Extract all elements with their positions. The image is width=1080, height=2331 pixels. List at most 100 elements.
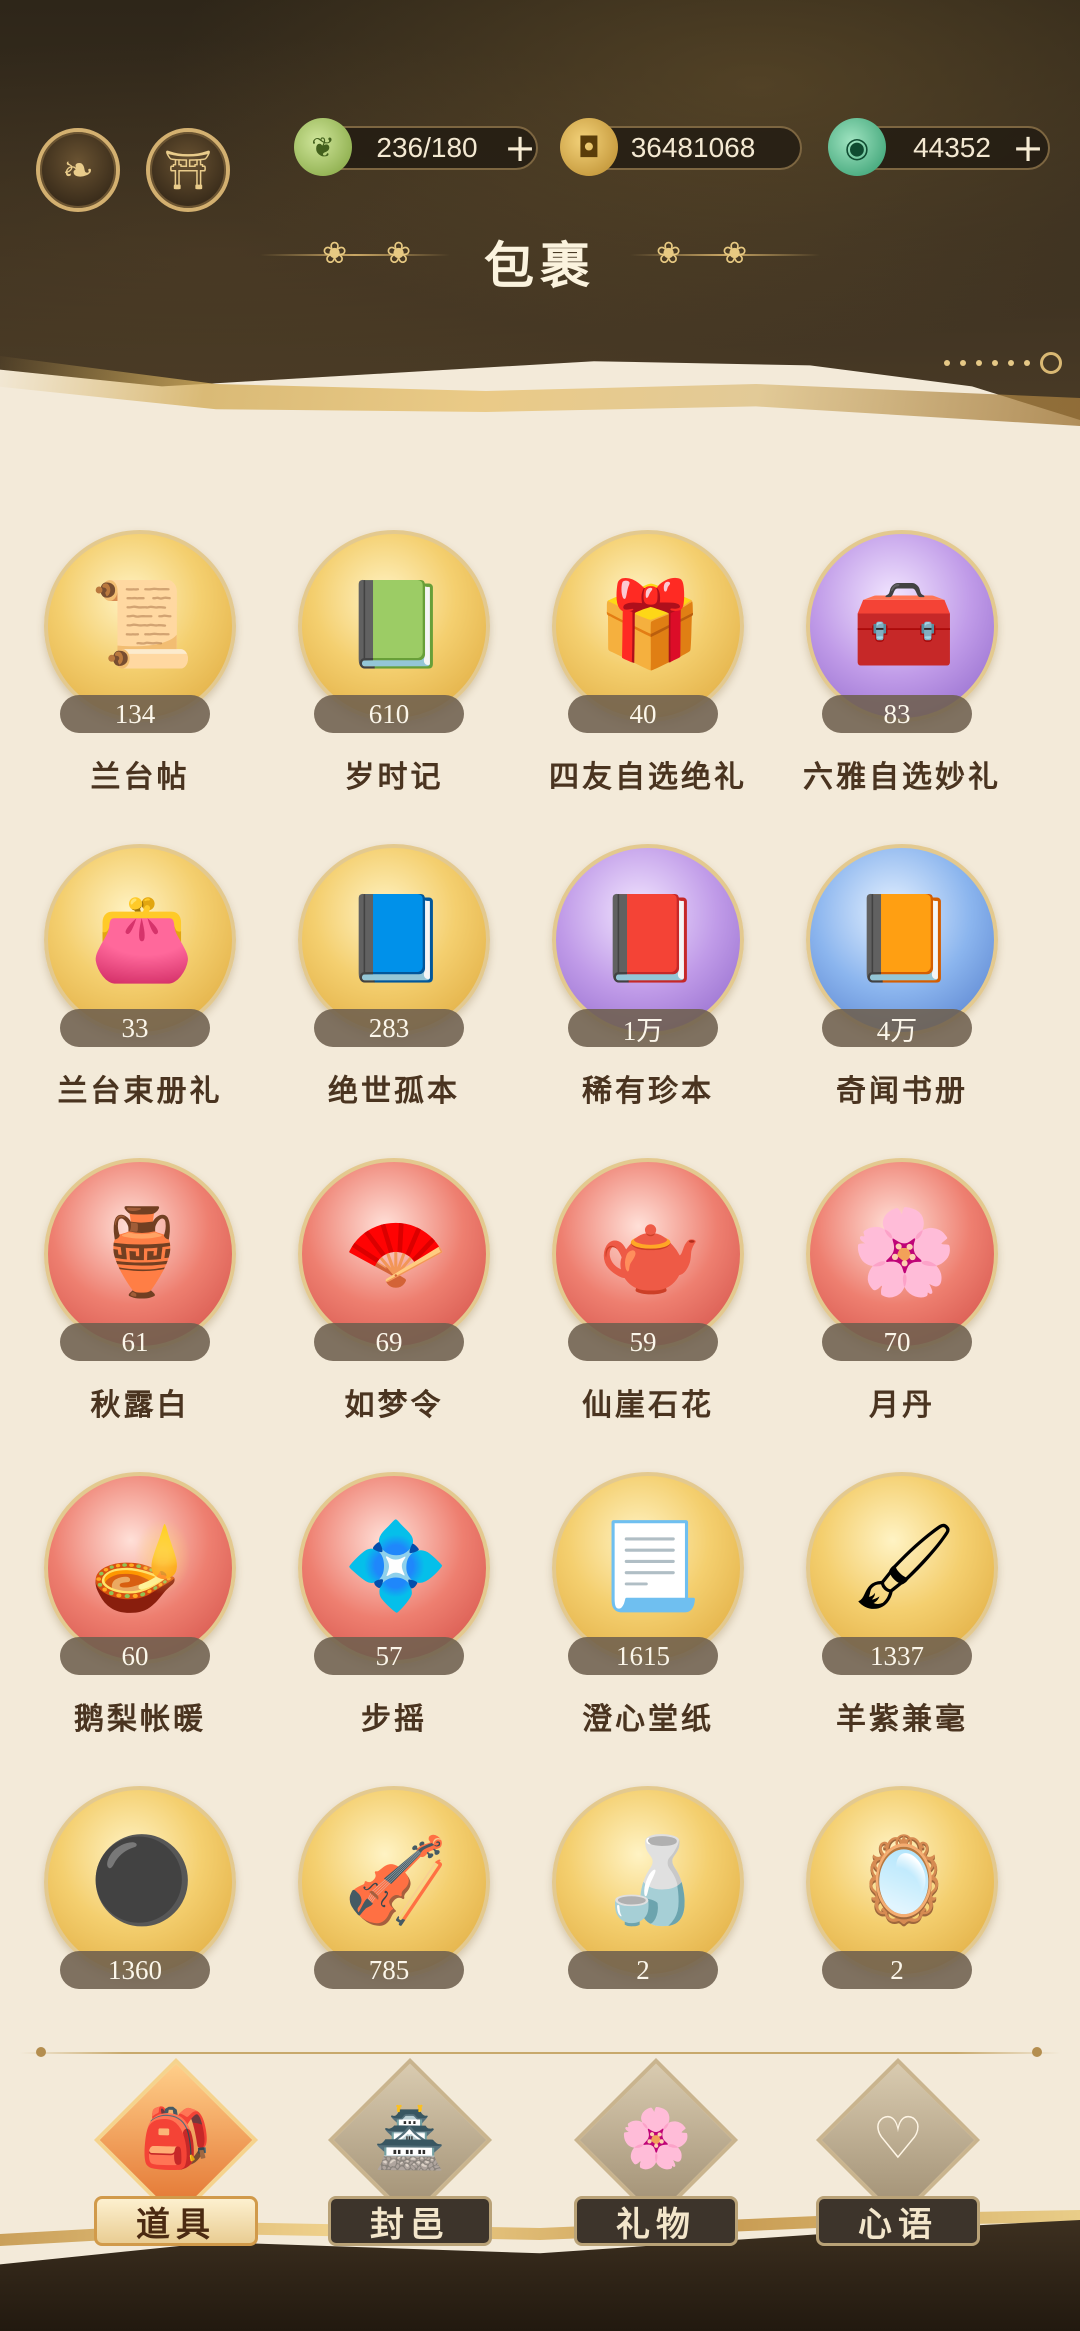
inventory-item[interactable]: 📕 1万 稀有珍本: [508, 844, 748, 1134]
inventory-item[interactable]: 🏺 61 秋露白: [0, 1158, 240, 1448]
inventory-item[interactable]: 🍶 2: [508, 1786, 748, 2076]
item-badge: 🌸: [806, 1158, 998, 1350]
pavilion-icon: ⛩: [163, 147, 213, 192]
inventory-item[interactable]: 🌸 70 月丹: [762, 1158, 1002, 1448]
item-art-icon: 💠: [343, 1517, 449, 1615]
item-badge: 🪭: [298, 1158, 490, 1350]
header-decoration-dots: [944, 352, 1062, 374]
item-badge: 🫖: [552, 1158, 744, 1350]
item-count: 785: [314, 1951, 464, 1989]
page-title: 包裹: [484, 236, 596, 295]
inventory-item[interactable]: 👛 33 兰台束册礼: [0, 844, 240, 1134]
item-name: 稀有珍本: [582, 1074, 714, 1109]
item-badge: 🍶: [552, 1786, 744, 1978]
item-art-icon: 📙: [851, 889, 957, 987]
inventory-item[interactable]: 🪞 2: [762, 1786, 1002, 2076]
item-art-icon: 🍶: [597, 1831, 703, 1929]
inventory-item[interactable]: 🎻 785: [254, 1786, 494, 2076]
item-name: 步摇: [361, 1702, 427, 1737]
flower-ornament-icon: ❀: [386, 236, 412, 271]
item-name: 兰台帖: [90, 760, 190, 795]
item-badge: 📃: [552, 1472, 744, 1664]
item-art-icon: 🎻: [343, 1831, 449, 1929]
item-name: 兰台束册礼: [57, 1074, 223, 1109]
title-row: ❀ ❀ ❀ ❀ 包裹: [0, 220, 1080, 295]
tab-label: 礼物: [574, 2196, 738, 2246]
inventory-item[interactable]: 📃 1615 澄心堂纸: [508, 1472, 748, 1762]
inventory-item[interactable]: 📙 4万 奇闻书册: [762, 844, 1002, 1134]
item-art-icon: 👛: [89, 889, 195, 987]
palace-icon: 🏯: [373, 2104, 447, 2172]
item-badge: 🎁: [552, 530, 744, 722]
item-name: 月丹: [869, 1388, 935, 1423]
inventory-item[interactable]: 🧰 83 六雅自选妙礼: [762, 530, 1002, 820]
tab-label: 道具: [94, 2196, 258, 2246]
coin-value: 36481068: [630, 132, 756, 163]
item-art-icon: 🪔: [89, 1517, 195, 1615]
item-art-icon: 📕: [597, 889, 703, 987]
item-name: 澄心堂纸: [582, 1702, 714, 1737]
tab-whispers[interactable]: ♡ 心语: [808, 2057, 988, 2256]
item-art-icon: 🏺: [89, 1203, 195, 1301]
divider-dot: [36, 2047, 46, 2057]
inventory-item[interactable]: ⚫ 1360: [0, 1786, 240, 2076]
item-badge: 🖌: [806, 1472, 998, 1664]
item-name: 岁时记: [344, 760, 444, 795]
item-count: 69: [314, 1323, 464, 1361]
item-name: 六雅自选妙礼: [803, 760, 1001, 795]
item-badge: 📘: [298, 844, 490, 1036]
item-count: 33: [60, 1009, 210, 1047]
item-count: 1615: [568, 1637, 718, 1675]
inventory-item[interactable]: 🖌 1337 羊紫兼毫: [762, 1472, 1002, 1762]
item-art-icon: 🎁: [597, 575, 703, 673]
item-art-icon: 📃: [597, 1517, 703, 1615]
item-count: 610: [314, 695, 464, 733]
item-name: 如梦令: [344, 1388, 444, 1423]
leaf-stamina-icon: ❦: [294, 118, 352, 176]
flower-ornament-icon: ❀: [322, 236, 348, 271]
menu-emblem-button[interactable]: ❧: [36, 128, 120, 212]
item-art-icon: 🫖: [597, 1203, 703, 1301]
inventory-item[interactable]: 🎁 40 四友自选绝礼: [508, 530, 748, 820]
inventory-item[interactable]: 📜 134 兰台帖: [0, 530, 240, 820]
tab-label: 心语: [816, 2196, 980, 2246]
tab-gifts[interactable]: 🌸 礼物: [566, 2057, 746, 2256]
divider-dot: [1032, 2047, 1042, 2057]
item-count: 61: [60, 1323, 210, 1361]
item-count: 283: [314, 1009, 464, 1047]
item-name: 绝世孤本: [328, 1074, 460, 1109]
inventory-item[interactable]: 🪔 60 鹅梨帐暖: [0, 1472, 240, 1762]
item-name: 四友自选绝礼: [549, 760, 747, 795]
item-badge: 📕: [552, 844, 744, 1036]
pavilion-button[interactable]: ⛩: [146, 128, 230, 212]
heart-knot-icon: ♡: [872, 2104, 924, 2172]
item-count: 60: [60, 1637, 210, 1675]
inventory-item[interactable]: 🫖 59 仙崖石花: [508, 1158, 748, 1448]
item-badge: 📗: [298, 530, 490, 722]
tab-items[interactable]: 🎒 道具: [86, 2057, 266, 2256]
stamina-value: 236/180: [376, 132, 478, 163]
item-art-icon: 🪞: [851, 1831, 957, 1929]
item-badge: ⚫: [44, 1786, 236, 1978]
inventory-item[interactable]: 📘 283 绝世孤本: [254, 844, 494, 1134]
gold-leaf-emblem-icon: ❧: [62, 148, 94, 192]
tab-label: 封邑: [328, 2196, 492, 2246]
tab-fief[interactable]: 🏯 封邑: [320, 2057, 500, 2256]
jade-icon: ◉: [828, 118, 886, 176]
copper-coin-icon: ◘: [560, 118, 618, 176]
add-stamina-button[interactable]: +: [500, 126, 540, 170]
title-divider-left: [260, 254, 450, 256]
add-jade-button[interactable]: +: [1008, 126, 1048, 170]
item-badge: 💠: [298, 1472, 490, 1664]
item-count: 70: [822, 1323, 972, 1361]
flower-ornament-icon: ❀: [656, 236, 682, 271]
item-art-icon: 🖌: [850, 1517, 958, 1615]
inventory-item[interactable]: 🪭 69 如梦令: [254, 1158, 494, 1448]
item-count: 57: [314, 1637, 464, 1675]
inventory-item[interactable]: 📗 610 岁时记: [254, 530, 494, 820]
item-count: 59: [568, 1323, 718, 1361]
item-count: 2: [822, 1951, 972, 1989]
item-count: 83: [822, 695, 972, 733]
bottom-divider: [20, 2052, 1060, 2054]
inventory-item[interactable]: 💠 57 步摇: [254, 1472, 494, 1762]
